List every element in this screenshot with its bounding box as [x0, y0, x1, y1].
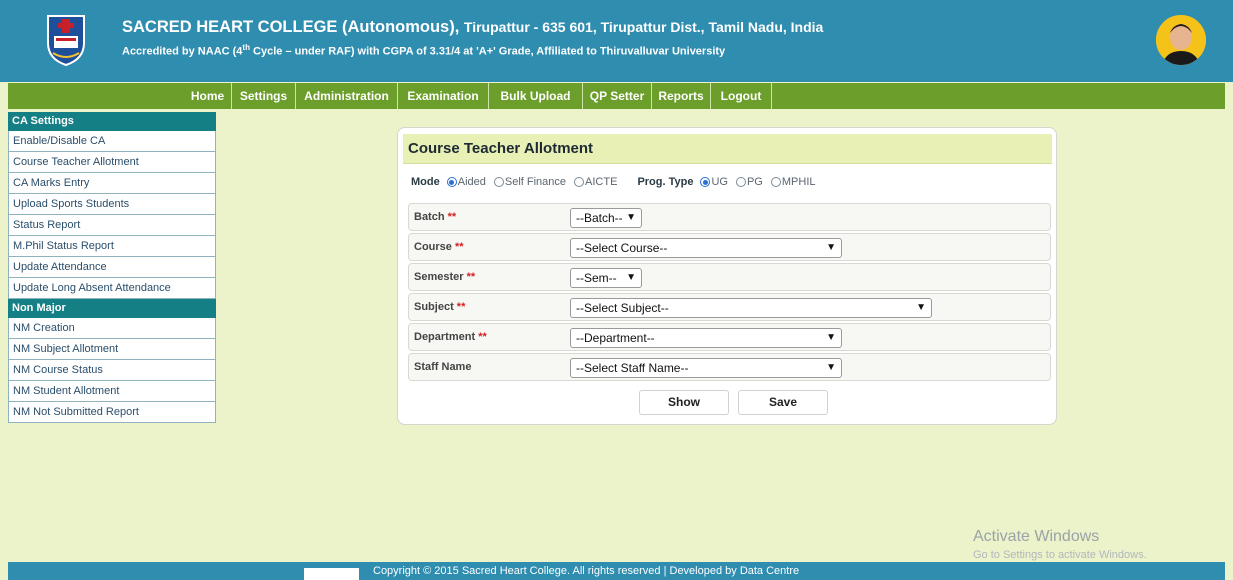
batch-select[interactable]: --Batch-- ▼ — [570, 208, 642, 228]
sidebar-item-nm-course-status[interactable]: NM Course Status — [8, 360, 216, 381]
course-label: Course ** — [414, 241, 464, 253]
chevron-down-icon: ▼ — [916, 302, 926, 313]
course-select[interactable]: --Select Course-- ▼ — [570, 238, 842, 258]
sidebar-item-nm-subject-allotment[interactable]: NM Subject Allotment — [8, 339, 216, 360]
prog-type-label: Prog. Type — [637, 176, 694, 188]
chevron-down-icon: ▼ — [626, 212, 636, 223]
activate-windows-watermark: Activate Windows — [973, 528, 1100, 545]
semester-label: Semester ** — [414, 271, 476, 283]
nav-reports[interactable]: Reports — [652, 83, 711, 109]
nav-examination[interactable]: Examination — [398, 83, 489, 109]
semester-select[interactable]: --Sem-- ▼ — [570, 268, 642, 288]
nav-home[interactable]: Home — [184, 83, 232, 109]
panel-title: Course Teacher Allotment — [403, 134, 1052, 164]
chevron-down-icon: ▼ — [826, 242, 836, 253]
college-title: SACRED HEART COLLEGE (Autonomous), Tirup… — [122, 18, 824, 36]
prog-radio-mphil[interactable] — [770, 177, 781, 187]
nav-logout[interactable]: Logout — [711, 83, 772, 109]
nav-qp-setter[interactable]: QP Setter — [583, 83, 652, 109]
batch-row: Batch ** --Batch-- ▼ — [408, 203, 1051, 231]
footer-copyright: Copyright © 2015 Sacred Heart College. A… — [373, 565, 800, 577]
save-button[interactable]: Save — [738, 390, 828, 415]
sidebar-item-nm-student-allotment[interactable]: NM Student Allotment — [8, 381, 216, 402]
sidebar-heading-ca-settings: CA Settings — [8, 112, 216, 131]
activate-windows-hint: Go to Settings to activate Windows. — [973, 549, 1147, 561]
site-header: SACRED HEART COLLEGE (Autonomous), Tirup… — [0, 0, 1233, 82]
department-label: Department ** — [414, 331, 487, 343]
mode-radio-aided[interactable] — [446, 177, 457, 187]
sidebar-item-course-teacher-allotment[interactable]: Course Teacher Allotment — [8, 152, 216, 173]
subject-select[interactable]: --Select Subject-- ▼ — [570, 298, 932, 318]
sidebar-heading-non-major: Non Major — [8, 299, 216, 318]
sidebar-item-nm-creation[interactable]: NM Creation — [8, 318, 216, 339]
footer-tab — [304, 568, 359, 580]
mode-option-self-finance: Self Finance — [504, 176, 567, 188]
prog-option-mphil: MPHIL — [781, 176, 816, 188]
mode-label: Mode — [411, 176, 440, 188]
show-button[interactable]: Show — [639, 390, 729, 415]
college-crest-icon — [47, 15, 85, 67]
chevron-down-icon: ▼ — [826, 332, 836, 343]
batch-label: Batch ** — [414, 211, 457, 223]
sidebar-item-nm-not-submitted-report[interactable]: NM Not Submitted Report — [8, 402, 216, 423]
nav-settings[interactable]: Settings — [232, 83, 296, 109]
mode-radio-self-finance[interactable] — [493, 177, 504, 187]
mode-radio-aicte[interactable] — [574, 177, 585, 187]
sidebar-item-upload-sports-students[interactable]: Upload Sports Students — [8, 194, 216, 215]
course-row: Course ** --Select Course-- ▼ — [408, 233, 1051, 261]
main-nav: Home Settings Administration Examination… — [8, 83, 1225, 109]
course-teacher-allotment-panel: Course Teacher Allotment Mode Aided Self… — [397, 127, 1057, 425]
accreditation-line: Accredited by NAAC (4th Cycle – under RA… — [122, 43, 726, 58]
prog-option-ug: UG — [711, 176, 728, 188]
sidebar-item-ca-marks-entry[interactable]: CA Marks Entry — [8, 173, 216, 194]
avatar — [1156, 15, 1206, 65]
nav-bulk-upload[interactable]: Bulk Upload — [489, 83, 583, 109]
founder-portrait-icon — [1156, 15, 1206, 65]
sidebar-item-update-long-absent-attendance[interactable]: Update Long Absent Attendance — [8, 278, 216, 299]
subject-label: Subject ** — [414, 301, 466, 313]
prog-radio-pg[interactable] — [735, 177, 746, 187]
sidebar-item-enable-disable-ca[interactable]: Enable/Disable CA — [8, 131, 216, 152]
chevron-down-icon: ▼ — [626, 272, 636, 283]
semester-row: Semester ** --Sem-- ▼ — [408, 263, 1051, 291]
prog-option-pg: PG — [746, 176, 763, 188]
prog-radio-ug[interactable] — [700, 177, 711, 187]
nav-administration[interactable]: Administration — [296, 83, 398, 109]
sidebar-item-update-attendance[interactable]: Update Attendance — [8, 257, 216, 278]
sidebar-item-mphil-status-report[interactable]: M.Phil Status Report — [8, 236, 216, 257]
mode-row: Mode Aided Self Finance AICTE Prog. Type… — [411, 176, 820, 188]
site-footer: Copyright © 2015 Sacred Heart College. A… — [8, 562, 1225, 580]
sidebar: CA Settings Enable/Disable CA Course Tea… — [8, 112, 216, 423]
staff-name-select[interactable]: --Select Staff Name-- ▼ — [570, 358, 842, 378]
chevron-down-icon: ▼ — [826, 362, 836, 373]
subject-row: Subject ** --Select Subject-- ▼ — [408, 293, 1051, 321]
staff-name-label: Staff Name — [414, 361, 472, 373]
sidebar-item-status-report[interactable]: Status Report — [8, 215, 216, 236]
mode-option-aicte: AICTE — [585, 176, 618, 188]
department-row: Department ** --Department-- ▼ — [408, 323, 1051, 351]
department-select[interactable]: --Department-- ▼ — [570, 328, 842, 348]
staff-name-row: Staff Name --Select Staff Name-- ▼ — [408, 353, 1051, 381]
mode-option-aided: Aided — [457, 176, 486, 188]
